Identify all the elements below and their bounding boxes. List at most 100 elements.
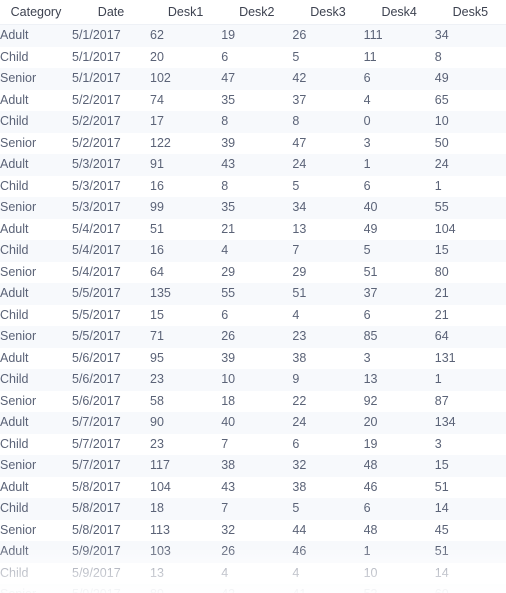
cell-desk5: 60 (434, 584, 506, 593)
cell-category: Adult (0, 283, 72, 305)
cell-date: 5/5/2017 (72, 304, 150, 326)
cell-desk3: 47 (292, 132, 364, 154)
cell-desk5: 64 (434, 326, 506, 348)
table-row[interactable]: Senior 5/1/2017 102 47 42 6 49 (0, 68, 506, 90)
table-row[interactable]: Adult 5/1/2017 62 19 26 111 34 (0, 24, 506, 47)
cell-desk4: 40 (363, 197, 435, 219)
cell-date: 5/6/2017 (72, 390, 150, 412)
cell-desk5: 8 (434, 46, 506, 68)
cell-desk2: 35 (221, 197, 293, 219)
table-row[interactable]: Adult 5/6/2017 95 39 38 3 131 (0, 347, 506, 369)
cell-desk5: 55 (434, 197, 506, 219)
table-row[interactable]: Child 5/2/2017 17 8 8 0 10 (0, 111, 506, 133)
table-row[interactable]: Adult 5/5/2017 135 55 51 37 21 (0, 283, 506, 305)
cell-category: Adult (0, 24, 72, 47)
cell-date: 5/5/2017 (72, 283, 150, 305)
cell-desk2: 43 (221, 584, 293, 593)
cell-desk2: 43 (221, 476, 293, 498)
cell-date: 5/7/2017 (72, 433, 150, 455)
cell-desk3: 26 (292, 24, 364, 47)
cell-category: Senior (0, 132, 72, 154)
cell-desk2: 8 (221, 111, 293, 133)
cell-category: Senior (0, 519, 72, 541)
cell-desk2: 18 (221, 390, 293, 412)
table-row[interactable]: Adult 5/9/2017 103 26 46 1 51 (0, 541, 506, 563)
cell-desk2: 4 (221, 562, 293, 584)
cell-desk2: 26 (221, 541, 293, 563)
cell-desk5: 14 (434, 498, 506, 520)
table-row[interactable]: Child 5/3/2017 16 8 5 6 1 (0, 175, 506, 197)
cell-desk4: 13 (363, 369, 435, 391)
column-header-desk2[interactable]: Desk2 (221, 0, 293, 25)
table-row[interactable]: Senior 5/5/2017 71 26 23 85 64 (0, 326, 506, 348)
column-header-desk4[interactable]: Desk4 (363, 0, 435, 25)
table-row[interactable]: Adult 5/8/2017 104 43 38 46 51 (0, 476, 506, 498)
table-row[interactable]: Senior5/9/20178943415360 (0, 584, 506, 593)
cell-desk2: 29 (221, 261, 293, 283)
cell-date: 5/1/2017 (72, 24, 150, 47)
column-header-desk1[interactable]: Desk1 (150, 0, 222, 25)
table-row[interactable]: Senior 5/3/2017 99 35 34 40 55 (0, 197, 506, 219)
table-row[interactable]: Adult 5/2/2017 74 35 37 4 65 (0, 89, 506, 111)
cell-category: Adult (0, 347, 72, 369)
cell-date: 5/7/2017 (72, 455, 150, 477)
cell-desk3: 46 (292, 541, 364, 563)
cell-category: Senior (0, 261, 72, 283)
cell-desk5: 65 (434, 89, 506, 111)
cell-category: Senior (0, 68, 72, 90)
cell-desk5: 15 (434, 240, 506, 262)
cell-desk3: 5 (292, 46, 364, 68)
table-row[interactable]: Child 5/8/2017 18 7 5 6 14 (0, 498, 506, 520)
cell-desk1: 71 (150, 326, 222, 348)
cell-date: 5/2/2017 (72, 132, 150, 154)
cell-desk1: 16 (150, 175, 222, 197)
cell-desk1: 90 (150, 412, 222, 434)
cell-desk3: 24 (292, 154, 364, 176)
cell-desk2: 32 (221, 519, 293, 541)
table-row[interactable]: Child 5/6/2017 23 10 9 13 1 (0, 369, 506, 391)
cell-desk1: 104 (150, 476, 222, 498)
cell-desk4: 6 (363, 175, 435, 197)
cell-desk3: 34 (292, 197, 364, 219)
cell-desk3: 51 (292, 283, 364, 305)
cell-desk5: 21 (434, 283, 506, 305)
column-header-desk3[interactable]: Desk3 (292, 0, 364, 25)
cell-desk3: 6 (292, 433, 364, 455)
cell-date: 5/8/2017 (72, 519, 150, 541)
cell-desk1: 117 (150, 455, 222, 477)
table-row[interactable]: Senior 5/8/2017 113 32 44 48 45 (0, 519, 506, 541)
cell-desk3: 37 (292, 89, 364, 111)
table-row[interactable]: Child 5/4/2017 16 4 7 5 15 (0, 240, 506, 262)
cell-desk2: 21 (221, 218, 293, 240)
table-row[interactable]: Adult 5/7/2017 90 40 24 20 134 (0, 412, 506, 434)
cell-desk5: 80 (434, 261, 506, 283)
table-row[interactable]: Adult 5/4/2017 51 21 13 49 104 (0, 218, 506, 240)
cell-desk5: 50 (434, 132, 506, 154)
table-row[interactable]: Child 5/7/2017 23 7 6 19 3 (0, 433, 506, 455)
table-row[interactable]: Child 5/1/2017 20 6 5 11 8 (0, 46, 506, 68)
cell-date: 5/6/2017 (72, 347, 150, 369)
cell-date: 5/4/2017 (72, 218, 150, 240)
table-row[interactable]: Child 5/9/2017 13 4 4 10 14 (0, 562, 506, 584)
table-row[interactable]: Senior 5/2/2017 122 39 47 3 50 (0, 132, 506, 154)
cell-date: 5/1/2017 (72, 68, 150, 90)
column-header-date[interactable]: Date (72, 0, 150, 25)
cell-desk1: 89 (150, 584, 222, 593)
cell-desk3: 7 (292, 240, 364, 262)
table-row[interactable]: Adult 5/3/2017 91 43 24 1 24 (0, 154, 506, 176)
cell-date: 5/3/2017 (72, 197, 150, 219)
cell-date: 5/9/2017 (72, 562, 150, 584)
column-header-category[interactable]: Category (0, 0, 72, 25)
cell-desk4: 48 (363, 519, 435, 541)
cell-desk1: 18 (150, 498, 222, 520)
table-row[interactable]: Senior 5/6/2017 58 18 22 92 87 (0, 390, 506, 412)
cell-desk3: 9 (292, 369, 364, 391)
cell-desk4: 46 (363, 476, 435, 498)
table-row[interactable]: Senior 5/4/2017 64 29 29 51 80 (0, 261, 506, 283)
table-row[interactable]: Child 5/5/2017 15 6 4 6 21 (0, 304, 506, 326)
table-row[interactable]: Senior 5/7/2017 117 38 32 48 15 (0, 455, 506, 477)
column-header-desk5[interactable]: Desk5 (434, 0, 506, 25)
cell-desk1: 102 (150, 68, 222, 90)
cell-desk4: 3 (363, 132, 435, 154)
cell-desk1: 113 (150, 519, 222, 541)
